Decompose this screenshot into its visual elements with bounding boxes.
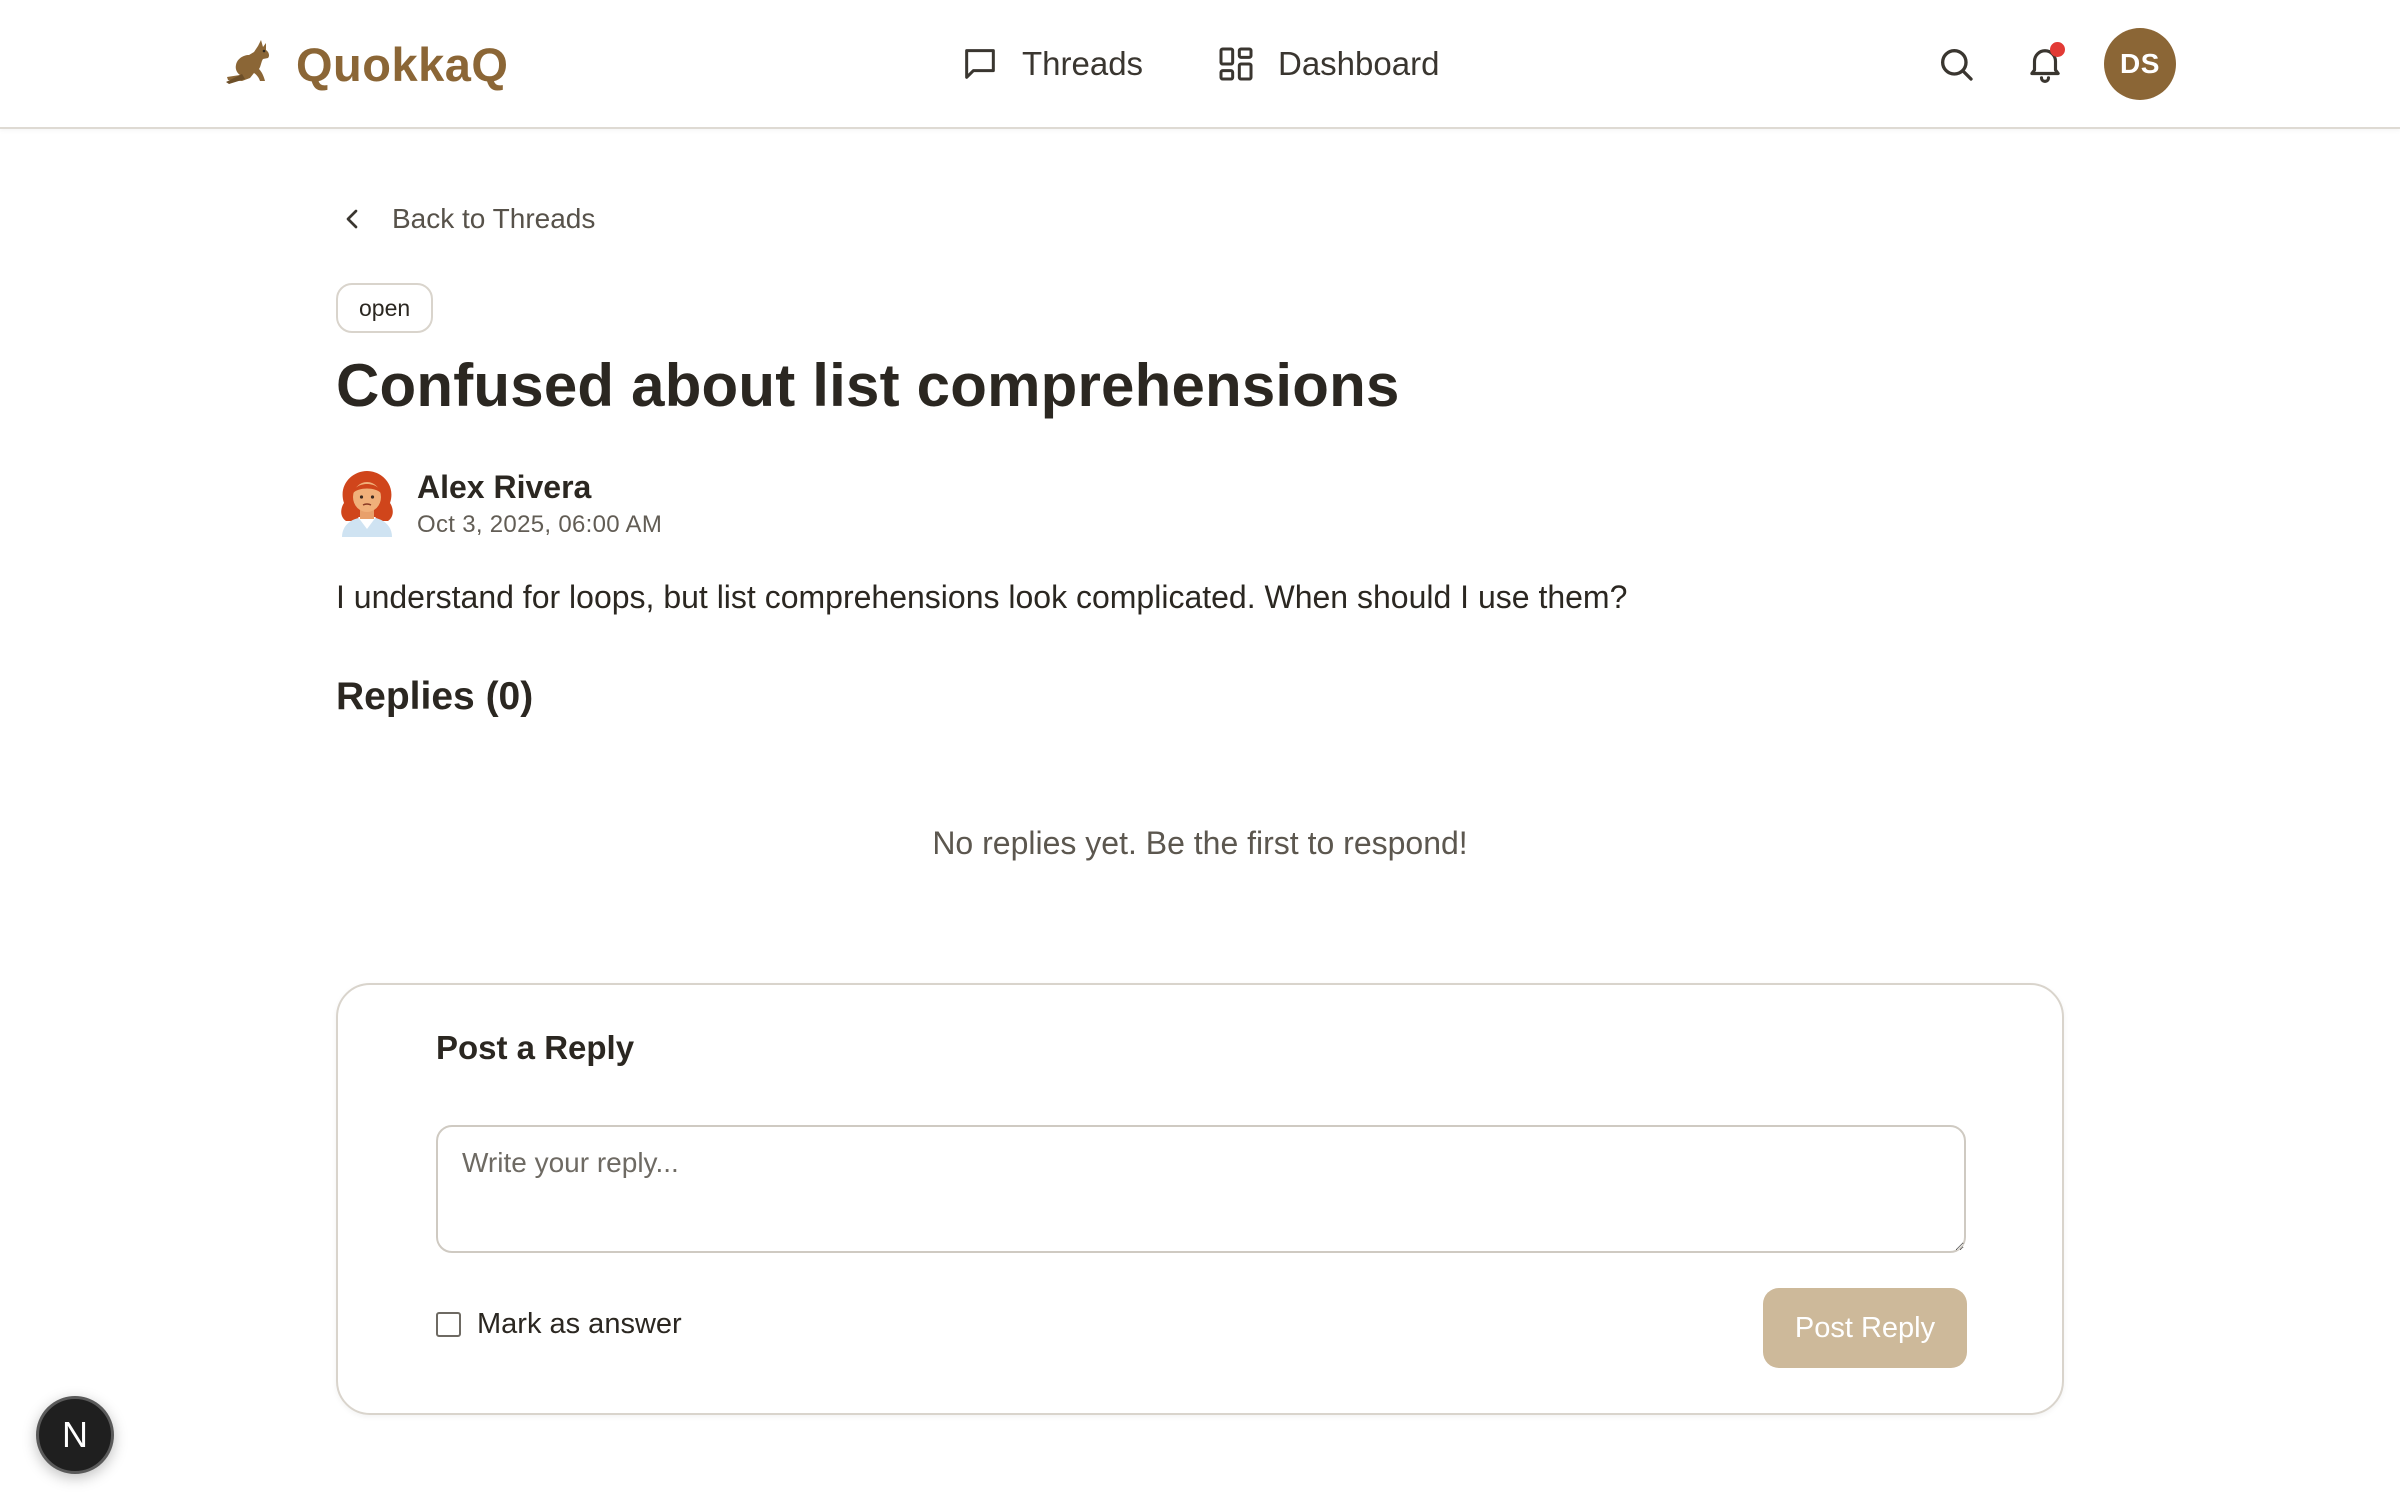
kangaroo-logo-icon: [226, 40, 270, 84]
mark-as-answer-label: Mark as answer: [477, 1308, 682, 1340]
brand-logo-link[interactable]: QuokkaQ: [222, 36, 508, 92]
status-badge: open: [336, 283, 434, 333]
brand-name: QuokkaQ: [296, 37, 509, 91]
replies-heading: Replies (0): [336, 675, 534, 718]
author-avatar: [341, 471, 393, 537]
thread-title: Confused about list comprehensions: [336, 352, 1400, 419]
notification-dot: [2050, 42, 2065, 57]
search-button[interactable]: [1936, 44, 1976, 84]
notifications-button[interactable]: [2024, 42, 2066, 84]
author-name: Alex Rivera: [417, 469, 592, 505]
mark-as-answer-option[interactable]: Mark as answer: [436, 1308, 682, 1341]
nextjs-dev-indicator[interactable]: N: [36, 1396, 114, 1474]
thread-body: I understand for loops, but list compreh…: [336, 579, 1628, 615]
post-reply-button[interactable]: Post Reply: [1763, 1288, 1967, 1368]
post-timestamp: Oct 3, 2025, 06:00 AM: [417, 511, 663, 538]
back-link-label: Back to Threads: [392, 203, 596, 234]
nav-dashboard-label: Dashboard: [1278, 45, 1440, 82]
search-icon: [1941, 49, 1973, 81]
nav-threads-label: Threads: [1022, 45, 1144, 82]
chevron-left-icon: [346, 209, 358, 229]
nav-threads-link[interactable]: Threads: [960, 44, 1143, 84]
user-avatar-button[interactable]: DS: [2104, 28, 2176, 100]
nav-dashboard-link[interactable]: Dashboard: [1216, 44, 1439, 84]
chat-bubble-icon: [965, 49, 995, 79]
back-to-threads-link[interactable]: Back to Threads: [336, 199, 595, 239]
top-navbar: QuokkaQ Threads Dashboard DS: [0, 0, 2400, 129]
reply-form-card: Post a Reply Mark as answer Post Reply: [336, 983, 2064, 1415]
grid-icon: [1219, 47, 1253, 81]
no-replies-message: No replies yet. Be the first to respond!: [932, 825, 1468, 861]
mark-as-answer-checkbox[interactable]: [436, 1312, 461, 1337]
main-nav-threads: Threads: [960, 40, 1143, 88]
main-nav-dashboard: Dashboard: [1216, 40, 1439, 88]
reply-textarea[interactable]: [436, 1125, 1966, 1253]
reply-form-title: Post a Reply: [436, 1029, 635, 1066]
